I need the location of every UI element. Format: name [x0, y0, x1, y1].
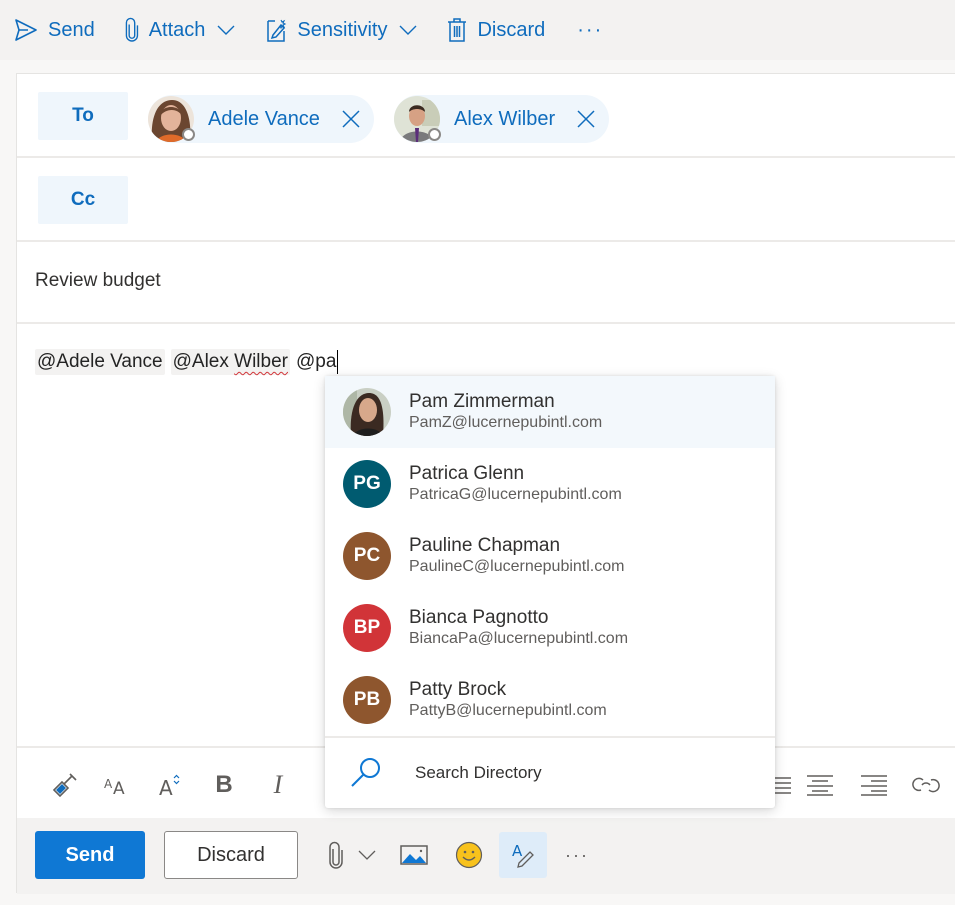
suggestion-name: Patty Brock — [409, 679, 507, 700]
presence-offline-icon — [182, 128, 195, 141]
grow-font-icon: A — [159, 774, 180, 798]
editor-button[interactable]: A — [499, 832, 547, 878]
font-size-button[interactable]: AA — [100, 768, 134, 802]
sensitivity-icon — [267, 19, 287, 42]
subject-input[interactable]: Review budget — [35, 270, 161, 292]
svg-text:A: A — [159, 776, 173, 798]
italic-button[interactable]: I — [261, 768, 295, 802]
sensitivity-command-label: Sensitivity — [297, 18, 388, 41]
align-right-icon — [861, 775, 887, 796]
discard-button[interactable]: Discard — [164, 831, 298, 879]
paperclip-icon — [125, 17, 138, 42]
discard-command[interactable]: Discard — [447, 17, 545, 43]
suggestion-name: Bianca Pagnotto — [409, 607, 549, 628]
command-bar: Send Attach Sensitivity Discard ··· — [0, 0, 955, 60]
mention-tag[interactable]: @Adele Vance — [35, 349, 165, 375]
avatar-initials: PB — [343, 676, 391, 724]
text-caret — [337, 350, 339, 374]
remove-recipient-icon[interactable] — [342, 110, 360, 128]
suggestion-item[interactable]: PC Pauline Chapman PaulineC@lucernepubin… — [325, 520, 775, 592]
format-painter-button[interactable] — [48, 768, 82, 802]
picture-icon — [400, 845, 428, 865]
sensitivity-command[interactable]: Sensitivity — [265, 17, 417, 43]
paperclip-icon — [329, 841, 343, 869]
suggestion-name: Pauline Chapman — [409, 535, 561, 556]
suggestion-name: Pam Zimmerman — [409, 391, 555, 412]
bold-button[interactable]: B — [207, 768, 241, 802]
align-right-button[interactable] — [857, 768, 891, 802]
link-icon — [912, 777, 940, 793]
attach-options-button[interactable] — [355, 832, 379, 878]
editor-pen-icon: A — [512, 842, 534, 868]
align-center-button[interactable] — [803, 768, 837, 802]
format-painter-icon — [52, 773, 77, 798]
action-bar: Send Discard A ··· — [17, 818, 955, 894]
align-center-icon — [807, 775, 833, 796]
remove-recipient-icon[interactable] — [577, 110, 595, 128]
recipient-name: Adele Vance — [208, 107, 320, 130]
more-options-button[interactable]: ··· — [577, 19, 603, 42]
chevron-down-icon[interactable] — [217, 25, 235, 35]
avatar — [343, 388, 391, 436]
mention-tag[interactable]: @Alex Wilber — [170, 349, 290, 375]
typed-mention-query: @pa — [296, 351, 337, 372]
suggestion-email: BiancaPa@lucernepubintl.com — [409, 630, 629, 647]
recipient-chip[interactable]: Alex Wilber — [394, 95, 610, 143]
font-size-icon: AA — [104, 777, 125, 797]
more-icon: ··· — [577, 18, 604, 41]
spelling-error[interactable]: Wilber — [234, 351, 288, 372]
mention-suggestions-dropdown: Pam Zimmerman PamZ@lucernepubintl.com PG… — [325, 376, 775, 808]
attach-command-label: Attach — [148, 18, 206, 41]
suggestion-email: PattyB@lucernepubintl.com — [409, 702, 607, 719]
chevron-down-icon — [358, 850, 376, 860]
suggestion-name: Patrica Glenn — [409, 463, 525, 484]
svg-text:A: A — [113, 779, 125, 797]
send-command-label: Send — [48, 18, 95, 41]
more-icon: ··· — [565, 844, 589, 865]
suggestion-item[interactable]: Pam Zimmerman PamZ@lucernepubintl.com — [325, 376, 775, 448]
send-icon — [15, 19, 37, 41]
subject-row[interactable]: Review budget — [17, 242, 955, 324]
cc-row[interactable]: Cc — [17, 158, 955, 242]
discard-command-label: Discard — [477, 18, 546, 41]
search-icon — [351, 758, 380, 787]
trash-icon — [448, 18, 467, 42]
avatar-initials: PG — [343, 460, 391, 508]
chevron-down-icon[interactable] — [399, 25, 417, 35]
italic-icon: I — [273, 770, 283, 799]
to-row: To Adele Vance Alex Wilber — [17, 74, 955, 158]
send-button[interactable]: Send — [35, 831, 145, 879]
more-actions-button[interactable]: ··· — [559, 832, 595, 878]
suggestion-email: PaulineC@lucernepubintl.com — [409, 558, 625, 575]
suggestion-item[interactable]: PG Patrica Glenn PatricaG@lucernepubintl… — [325, 448, 775, 520]
suggestion-item[interactable]: PB Patty Brock PattyB@lucernepubintl.com — [325, 664, 775, 736]
emoji-button[interactable] — [451, 832, 487, 878]
to-button[interactable]: To — [38, 92, 128, 140]
recipient-chip[interactable]: Adele Vance — [148, 95, 374, 143]
svg-text:A: A — [104, 777, 113, 791]
attach-file-button[interactable] — [323, 832, 349, 878]
bold-icon: B — [215, 771, 233, 798]
insert-link-button[interactable] — [909, 768, 943, 802]
grow-font-button[interactable]: A — [154, 768, 188, 802]
emoji-icon — [455, 841, 483, 869]
message-body[interactable]: @Adele Vance @Alex Wilber @pa — [35, 349, 339, 375]
cc-button[interactable]: Cc — [38, 176, 128, 224]
suggestion-email: PatricaG@lucernepubintl.com — [409, 486, 622, 503]
suggestion-item[interactable]: BP Bianca Pagnotto BiancaPa@lucernepubin… — [325, 592, 775, 664]
search-directory-button[interactable]: Search Directory — [325, 738, 775, 808]
attach-command[interactable]: Attach — [125, 17, 236, 43]
send-command[interactable]: Send — [14, 19, 95, 42]
mention-text: @Alex — [172, 351, 235, 372]
search-directory-label: Search Directory — [415, 763, 542, 782]
avatar-initials: BP — [343, 604, 391, 652]
avatar-initials: PC — [343, 532, 391, 580]
svg-text:A: A — [512, 842, 523, 860]
insert-picture-button[interactable] — [397, 832, 431, 878]
suggestion-email: PamZ@lucernepubintl.com — [409, 414, 603, 431]
presence-offline-icon — [428, 128, 441, 141]
recipient-name: Alex Wilber — [454, 107, 556, 130]
